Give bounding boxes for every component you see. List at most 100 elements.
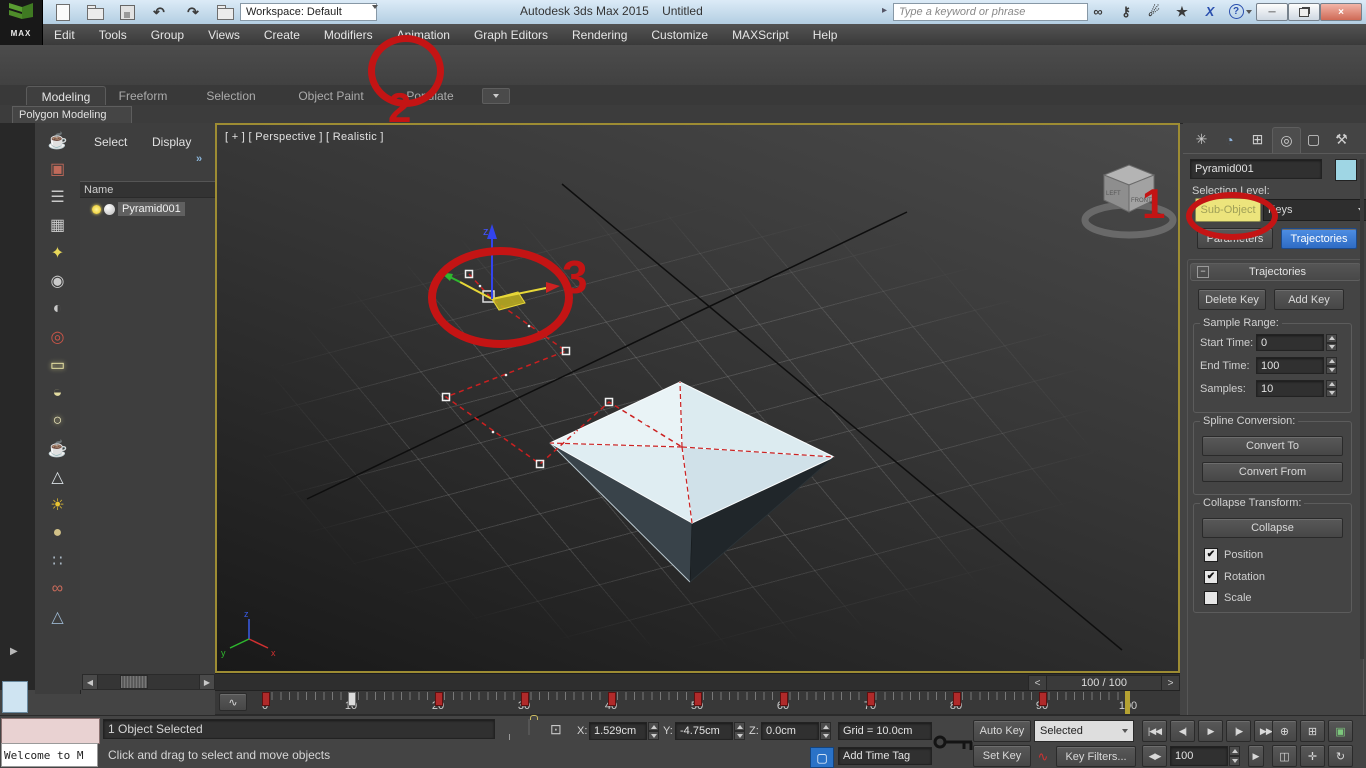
rotation-checkbox[interactable]: ✔ [1204,570,1218,584]
physics-spheres-icon[interactable]: ∞ [43,576,73,602]
keyframe-marker[interactable] [694,692,702,706]
samples-spinner[interactable] [1326,380,1337,397]
infocenter-expand-icon[interactable]: ▸ [882,5,887,16]
light-lister-icon[interactable]: ✦ [43,240,73,266]
keyframe-marker[interactable] [435,692,443,706]
open-mini-curve-editor-button[interactable]: ∿ [219,693,247,711]
explorer-scrollbar-track[interactable] [97,674,200,690]
time-configuration-button[interactable]: ◫ [1272,745,1297,767]
start-time-field[interactable]: 0 [1256,334,1324,351]
menu-rendering[interactable]: Rendering [560,28,639,42]
render-elements-icon[interactable]: ▦ [43,212,73,238]
trajectories-rollout-header[interactable]: − Trajectories [1190,263,1361,281]
tab-freeform[interactable]: Freeform [110,86,176,105]
play-animation-button[interactable]: ▶ [1198,720,1223,742]
keyframe-marker[interactable] [1039,692,1047,706]
explorer-menu-select[interactable]: Select [94,135,127,149]
rect-light-icon[interactable]: ▭ [43,352,73,378]
render-settings-icon[interactable]: ☰ [43,184,73,210]
pyramid-tool-icon[interactable]: △ [43,604,73,630]
help-icon[interactable]: ? [1228,2,1252,21]
maxscript-mini-listener[interactable]: Welcome to M [1,743,98,767]
menu-views[interactable]: Views [196,28,252,42]
menu-tools[interactable]: Tools [87,28,139,42]
tab-motion[interactable]: ◎ [1272,127,1301,153]
scatter-icon[interactable]: ∷ [43,548,73,574]
explorer-row-pyramid001[interactable]: Pyramid001 [80,200,215,218]
key-filters-button[interactable]: Key Filters... [1056,746,1136,767]
tab-modify[interactable]: ◔ [1216,127,1243,152]
menu-maxscript[interactable]: MAXScript [720,28,801,42]
tab-object-paint[interactable]: Object Paint [288,86,374,105]
viewport-label[interactable]: [ + ] [ Perspective ] [ Realistic ] [225,131,384,143]
mountain-icon[interactable]: △ [43,464,73,490]
pan-view-button[interactable]: ✛ [1300,745,1325,767]
menu-create[interactable]: Create [252,28,312,42]
set-project-folder-button[interactable] [214,3,236,21]
favorites-star-icon[interactable]: ★ [1170,2,1194,21]
y-coord-spinner[interactable] [734,722,745,740]
tab-hierarchy[interactable]: ⊞ [1244,127,1271,152]
y-coord-field[interactable]: -4.75cm [675,722,733,740]
time-slider-next-button[interactable]: > [1161,675,1180,691]
z-coord-spinner[interactable] [820,722,831,740]
keys-dropdown[interactable]: Keys [1263,199,1366,221]
time-slider-prev-button[interactable]: < [1028,675,1047,691]
time-slider-frame-display[interactable]: 100 / 100 [1046,675,1162,691]
convert-to-button[interactable]: Convert To [1202,436,1343,456]
scale-checkbox-row[interactable]: Scale [1204,591,1252,605]
time-slider-bar[interactable]: < 100 / 100 > [215,673,1180,690]
playback-flyout-button[interactable]: ▶ [1248,745,1264,767]
start-time-spinner[interactable] [1326,334,1337,351]
z-coord-field[interactable]: 0.0cm [761,722,819,740]
position-checkbox[interactable]: ✔ [1204,548,1218,562]
sign-in-key-icon[interactable]: ⚷ [1114,2,1138,21]
redo-button[interactable]: ↷ [182,3,204,21]
close-button[interactable]: × [1320,3,1362,21]
delete-key-button[interactable]: Delete Key [1198,289,1266,310]
expand-tray-arrow-icon[interactable]: ▶ [10,646,18,657]
open-file-button[interactable] [84,3,106,21]
search-icon[interactable]: ∞ [1086,2,1110,21]
film-camera-icon[interactable]: ◉ [43,268,73,294]
maxscript-macro-recorder-field[interactable] [1,718,100,744]
explorer-menu-display[interactable]: Display [152,135,191,149]
explorer-scrollbar-thumb[interactable] [120,675,148,689]
keyframe-marker[interactable] [780,692,788,706]
trajectories-button[interactable]: Trajectories [1281,228,1357,249]
frame-spinner[interactable] [1229,746,1240,766]
restore-button[interactable] [1288,3,1320,21]
workspace-dropdown[interactable]: Workspace: Default [240,3,377,21]
position-checkbox-row[interactable]: ✔ Position [1204,548,1263,562]
ribbon-minimize-dropdown[interactable] [482,88,510,104]
object-row-label[interactable]: Pyramid001 [118,202,185,216]
zoom-extents-button[interactable]: ▣ [1328,720,1353,742]
perspective-viewport[interactable]: y z LEFT FRONT z x y [ + ] [ Pe [215,123,1180,673]
command-panel-scrollbar[interactable] [1360,159,1364,659]
absolute-offset-mode-icon[interactable]: ⊡ [550,721,562,738]
explorer-scroll-left-button[interactable]: ◀ [82,674,98,690]
explorer-more-chevron-icon[interactable]: » [196,153,202,165]
menu-graph-editors[interactable]: Graph Editors [462,28,560,42]
end-time-field[interactable]: 100 [1256,357,1324,374]
rotation-checkbox-row[interactable]: ✔ Rotation [1204,570,1265,584]
exchange-apps-icon[interactable]: X [1198,2,1222,21]
keyframe-marker[interactable] [867,692,875,706]
set-keys-key-icon[interactable] [932,729,976,755]
visibility-bulb-icon[interactable] [92,205,101,214]
next-frame-button[interactable]: |▶ [1226,720,1251,742]
auto-key-button[interactable]: Auto Key [973,720,1031,742]
keyframe-marker[interactable] [262,692,270,706]
zoom-all-button[interactable]: ⊞ [1300,720,1325,742]
track-bar[interactable]: ∿ 0 10 20 30 40 50 60 70 80 90 100 [215,690,1180,715]
keyframe-marker[interactable] [521,692,529,706]
tab-display[interactable]: ▢ [1300,127,1327,152]
new-file-button[interactable] [52,3,74,21]
explorer-name-column-header[interactable]: Name [80,181,215,198]
application-menu-button[interactable]: MAX [0,0,43,45]
current-frame-marker[interactable] [1125,691,1130,714]
samples-field[interactable]: 10 [1256,380,1324,397]
undo-button[interactable]: ↶ [148,3,170,21]
x-coord-spinner[interactable] [648,722,659,740]
rollout-collapse-icon[interactable]: − [1197,266,1209,278]
